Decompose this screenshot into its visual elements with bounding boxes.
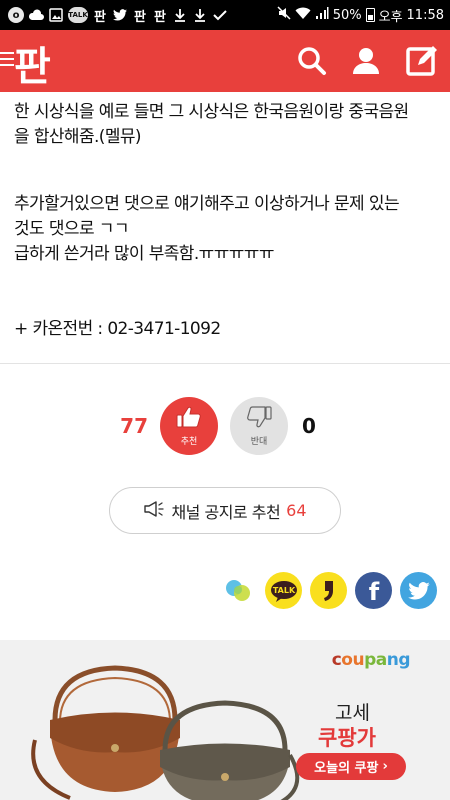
app-header: 판	[0, 30, 450, 92]
menu-icon[interactable]	[0, 52, 14, 68]
paragraph: 급하게 쓴거라 많이 부족함.ㅠㅠㅠㅠㅠ	[14, 242, 274, 267]
facebook-icon[interactable]: f	[355, 572, 392, 609]
paragraph: 추가할거있으면 댓으로 얘기해주고 이상하거나 문제 있는 것도 댓으로 ㄱㄱ	[14, 192, 400, 242]
recommend-count: 64	[286, 501, 307, 520]
brand-part: c	[331, 650, 342, 670]
mute-icon	[277, 6, 291, 24]
thumbs-up-icon	[175, 405, 203, 433]
pan-icon: 판	[94, 9, 106, 25]
paragraph: + 카온전번 : 02-3471-1092	[14, 317, 221, 342]
bubble-icon: o	[8, 7, 24, 23]
upvote-count: 77	[120, 414, 148, 438]
recommend-label: 채널 공지로 추천	[171, 502, 281, 522]
upvote-label: 추천	[180, 437, 198, 447]
twitter-icon[interactable]	[400, 572, 437, 609]
search-icon[interactable]	[294, 43, 330, 79]
notification-icons: o TALK 판 판 판	[8, 6, 228, 25]
write-icon[interactable]	[404, 43, 440, 79]
thumbs-down-icon	[245, 405, 273, 433]
paragraph-line: 한 시상식을 예로 들면 그 시상식은 한국음원이랑 중국음원	[14, 102, 409, 122]
pan-icon: 판	[134, 9, 146, 25]
status-bar: o TALK 판 판 판 50% 오후 11:58	[0, 0, 450, 30]
downvote-button[interactable]: 반대	[230, 397, 288, 455]
kakaotalk-icon[interactable]: TALK	[265, 572, 302, 609]
cloud-icon	[28, 7, 44, 23]
ad-cta-button[interactable]: 오늘의 쿠팡 ›	[296, 753, 406, 780]
brand-part: ou	[341, 650, 365, 670]
paragraph-line: 추가할거있으면 댓으로 얘기해주고 이상하거나 문제 있는	[14, 194, 400, 214]
kakaotalk-label: TALK	[272, 586, 295, 595]
brand-part: ng	[386, 650, 411, 670]
paragraph-line: 을 합산해줌.(멜뮤)	[14, 127, 142, 147]
olive-bag-image	[160, 700, 300, 800]
chevron-right-icon: ›	[382, 759, 388, 774]
logo[interactable]: 판	[14, 34, 51, 92]
time-prefix: 오후	[378, 9, 403, 25]
upvote-button[interactable]: 추천	[160, 397, 218, 455]
kakaostory-icon[interactable]	[310, 572, 347, 609]
facebook-label: f	[368, 579, 379, 603]
paragraph-line: 것도 댓으로 ㄱㄱ	[14, 219, 129, 239]
image-icon	[48, 7, 64, 23]
check-icon	[212, 7, 228, 23]
coupang-logo: coupang	[331, 650, 411, 670]
twitter-icon	[112, 7, 128, 23]
download-icon	[192, 7, 208, 23]
channel-recommend-button[interactable]: 채널 공지로 추천 64	[109, 487, 341, 534]
brand-part: pa	[364, 650, 387, 670]
signal-icon	[315, 6, 329, 24]
clock: 11:58	[406, 7, 444, 23]
ad-subheadline: 쿠팡가	[318, 726, 376, 750]
downvote-label: 반대	[250, 437, 268, 447]
coupang-ad-banner[interactable]: coupang 고세 쿠팡가 오늘의 쿠팡 ›	[0, 640, 450, 800]
ad-headline: 고세	[335, 702, 370, 724]
download-icon	[172, 7, 188, 23]
system-status: 50% 오후 11:58	[277, 6, 444, 25]
paragraph-line: 급하게 쓴거라 많이 부족함.ㅠㅠㅠㅠㅠ	[14, 244, 274, 264]
channel-icon[interactable]	[220, 572, 257, 609]
wifi-icon	[295, 7, 311, 24]
battery-icon	[365, 8, 375, 22]
paragraph: 한 시상식을 예로 들면 그 시상식은 한국음원이랑 중국음원 을 합산해줌.(…	[14, 100, 409, 150]
megaphone-icon	[143, 500, 165, 522]
battery-percent: 50%	[332, 7, 362, 23]
pan-icon: 판	[154, 9, 166, 25]
downvote-count: 0	[302, 414, 316, 438]
talk-icon: TALK	[68, 7, 88, 23]
divider	[0, 363, 450, 364]
ad-cta-label: 오늘의 쿠팡	[314, 761, 379, 776]
user-icon[interactable]	[348, 43, 384, 79]
paragraph-line: + 카온전번 : 02-3471-1092	[14, 319, 221, 339]
